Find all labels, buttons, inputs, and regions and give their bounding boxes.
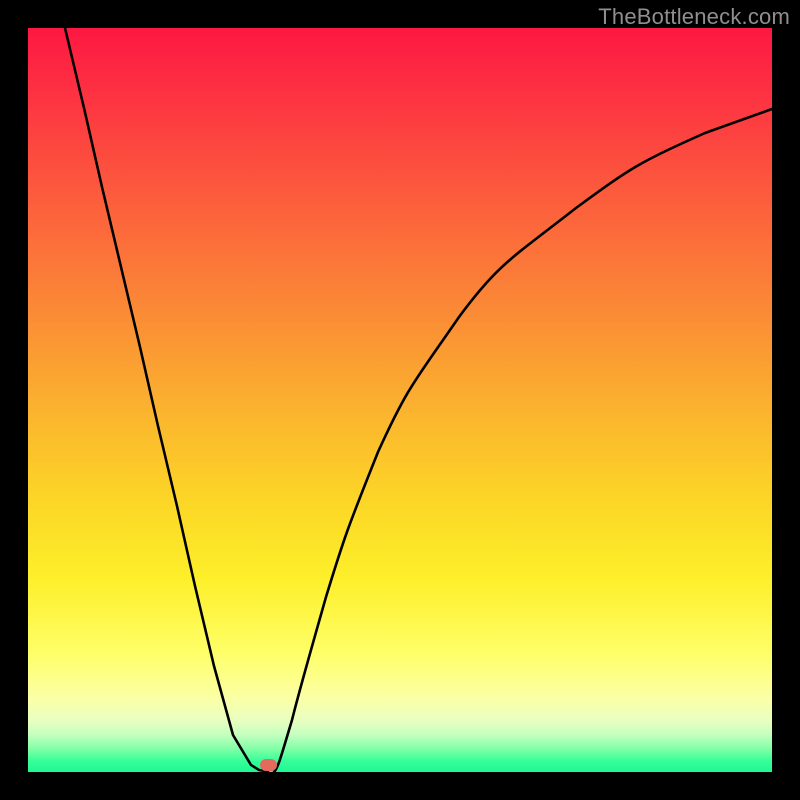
- curve-right-branch: [274, 109, 772, 772]
- curve-layer: [28, 28, 772, 772]
- minimum-marker: [260, 759, 277, 771]
- plot-area: [28, 28, 772, 772]
- curve-left-branch: [65, 28, 268, 772]
- source-watermark: TheBottleneck.com: [598, 4, 790, 30]
- outer-frame: TheBottleneck.com: [0, 0, 800, 800]
